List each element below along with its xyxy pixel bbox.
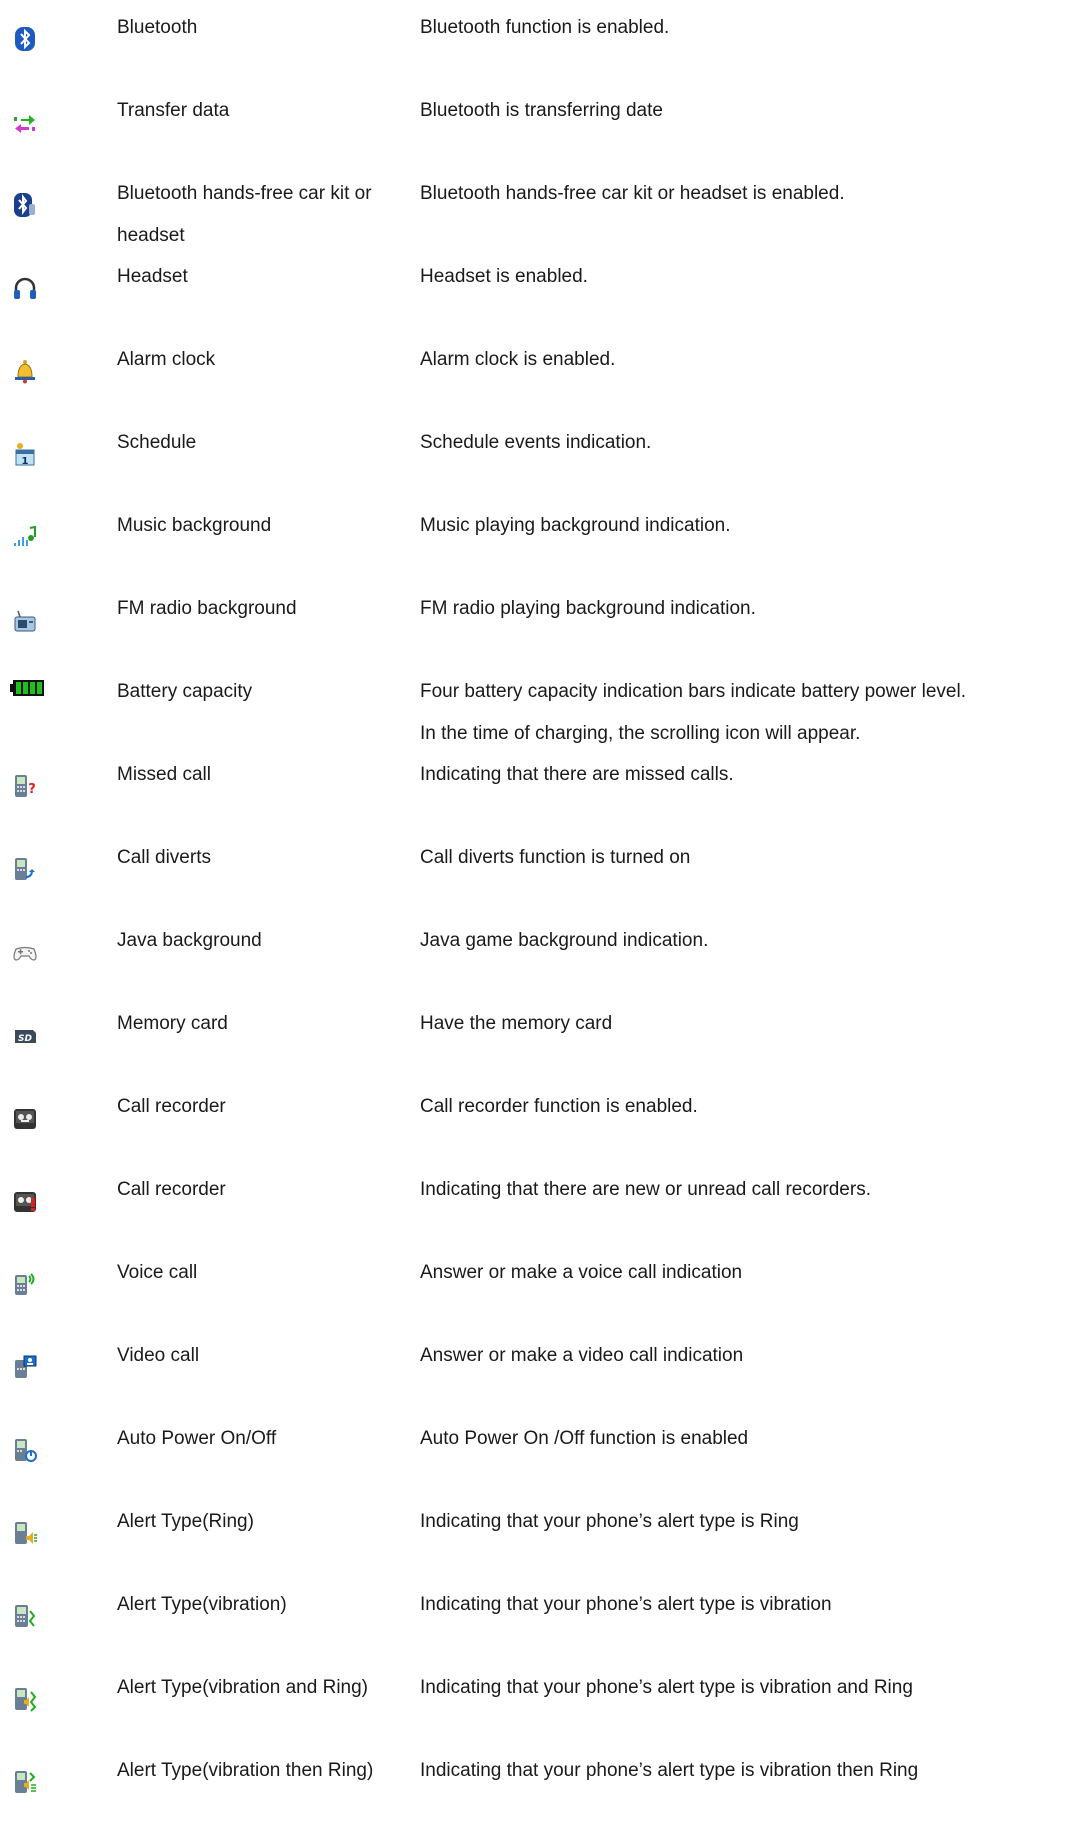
fm-radio-icon — [12, 607, 38, 633]
icon-name: Alert Type(vibration then Ring) — [117, 1760, 374, 1781]
icon-description: Schedule events indication. — [420, 432, 652, 453]
table-row: Java background Java game background ind… — [0, 913, 1067, 996]
icon-name: Transfer data — [117, 100, 230, 121]
icon-name: FM radio background — [117, 598, 297, 619]
battery-icon — [10, 680, 44, 706]
missed-call-icon: ? — [12, 773, 38, 799]
video-call-icon — [12, 1354, 38, 1380]
icon-name: Bluetooth — [117, 17, 198, 38]
table-row: Call recorder Indicating that there are … — [0, 1162, 1067, 1245]
auto-power-icon — [12, 1437, 38, 1463]
table-row: Alert Type(vibration then Ring) Indicati… — [0, 1743, 1067, 1826]
table-row: Alert Type(Ring) Indicating that your ph… — [0, 1494, 1067, 1577]
icon-name: Alert Type(vibration) — [117, 1594, 287, 1615]
table-row: ? Missed call Indicating that there are … — [0, 747, 1067, 830]
icon-description: Indicating that your phone’s alert type … — [420, 1511, 799, 1532]
table-row: Voice call Answer or make a voice call i… — [0, 1245, 1067, 1328]
table-row: Alert Type(vibration) Indicating that yo… — [0, 1577, 1067, 1660]
icon-description: Indicating that there are missed calls. — [420, 764, 734, 785]
icon-name-text: Alert Type(vibration and Ring) — [117, 1677, 368, 1698]
table-row: Alarm clock Alarm clock is enabled. — [0, 332, 1067, 415]
table-row: Transfer data Bluetooth is transferring … — [0, 83, 1067, 166]
icon-description: Call diverts function is turned on — [420, 847, 691, 868]
icon-name: Memory card — [117, 1013, 228, 1034]
icon-name: Call recorder — [117, 1179, 226, 1200]
icon-description: Answer or make a voice call indication — [420, 1262, 743, 1283]
alert-ring-icon — [12, 1520, 38, 1546]
icon-name: Auto Power On/Off — [117, 1428, 277, 1449]
icon-description: Indicating that your phone’s alert type … — [420, 1677, 913, 1698]
icon-description: Have the memory card — [420, 1013, 613, 1034]
icon-description: Four battery capacity indication bars in… — [420, 671, 1065, 755]
gamepad-icon — [12, 939, 38, 965]
icon-description: Indicating that your phone’s alert type … — [420, 1760, 919, 1781]
icon-description: Java game background indication. — [420, 930, 709, 951]
table-row: Auto Power On/Off Auto Power On /Off fun… — [0, 1411, 1067, 1494]
alarm-bell-icon — [12, 358, 38, 384]
call-recorder-new-icon — [12, 1188, 38, 1214]
table-row: Headset Headset is enabled. — [0, 249, 1067, 332]
call-recorder-icon — [12, 1105, 38, 1131]
table-row: Battery capacity Four battery capacity i… — [0, 664, 1067, 747]
icon-description: Music playing background indication. — [420, 515, 731, 536]
table-row: Alert Type(vibration and Ring) Indicatin… — [0, 1660, 1067, 1743]
icon-name: Java background — [117, 930, 262, 951]
table-row: Call recorder Call recorder function is … — [0, 1079, 1067, 1162]
alert-vibration-ring-icon — [12, 1686, 38, 1712]
call-divert-icon — [12, 856, 38, 882]
icon-name: Call recorder — [117, 1096, 226, 1117]
music-note-icon — [12, 524, 38, 550]
table-row: Video call Answer or make a video call i… — [0, 1328, 1067, 1411]
icon-description: Indicating that your phone’s alert type … — [420, 1594, 832, 1615]
svg-text:SD: SD — [18, 1034, 32, 1044]
icon-description: Headset is enabled. — [420, 266, 588, 287]
icon-description: Alarm clock is enabled. — [420, 349, 616, 370]
svg-text:1: 1 — [22, 456, 29, 467]
status-icons-table: Bluetooth Bluetooth function is enabled.… — [0, 0, 1067, 1826]
icon-name: Voice call — [117, 1262, 198, 1283]
alert-vibration-then-ring-icon — [12, 1769, 38, 1795]
description-line: In the time of charging, the scrolling i… — [420, 723, 861, 744]
icon-name: Video call — [117, 1345, 200, 1366]
transfer-data-icon — [12, 109, 38, 135]
headset-icon — [12, 275, 38, 301]
icon-name: Headset — [117, 266, 188, 287]
table-row: 1 Schedule Schedule events indication. — [0, 415, 1067, 498]
icon-description: Indicating that there are new or unread … — [420, 1179, 871, 1200]
svg-text:?: ? — [28, 782, 36, 797]
table-row: FM radio background FM radio playing bac… — [0, 581, 1067, 664]
table-row: Call diverts Call diverts function is tu… — [0, 830, 1067, 913]
schedule-calendar-icon: 1 — [12, 441, 38, 467]
icon-name: Missed call — [117, 764, 211, 785]
icon-name: Battery capacity — [117, 681, 253, 702]
icon-name: Alert Type(Ring) — [117, 1511, 254, 1532]
bluetooth-icon — [12, 26, 38, 52]
icon-description: Auto Power On /Off function is enabled — [420, 1428, 749, 1449]
alert-vibration-icon — [12, 1603, 38, 1629]
icon-description: Bluetooth hands-free car kit or headset … — [420, 183, 845, 204]
icon-description: Answer or make a video call indication — [420, 1345, 744, 1366]
table-row: SD Memory card Have the memory card — [0, 996, 1067, 1079]
icon-description: Call recorder function is enabled. — [420, 1096, 698, 1117]
memory-card-icon: SD — [12, 1022, 38, 1048]
table-row: Bluetooth Bluetooth function is enabled. — [0, 0, 1067, 83]
icon-name: Call diverts — [117, 847, 211, 868]
table-row: Music background Music playing backgroun… — [0, 498, 1067, 581]
table-row: Bluetooth hands-free car kit or headset … — [0, 166, 1067, 249]
icon-name: Alert Type(vibration and Ring) — [117, 1667, 407, 1709]
icon-description: FM radio playing background indication. — [420, 598, 756, 619]
icon-name: Alarm clock — [117, 349, 216, 370]
voice-call-icon — [12, 1271, 38, 1297]
icon-name: Bluetooth hands-free car kit or headset — [117, 183, 372, 246]
icon-name: Music background — [117, 515, 272, 536]
bluetooth-headset-icon — [12, 192, 38, 218]
icon-description: Bluetooth is transferring date — [420, 100, 663, 121]
icon-name: Schedule — [117, 432, 197, 453]
icon-description: Bluetooth function is enabled. — [420, 17, 670, 38]
description-line: Four battery capacity indication bars in… — [420, 681, 966, 702]
